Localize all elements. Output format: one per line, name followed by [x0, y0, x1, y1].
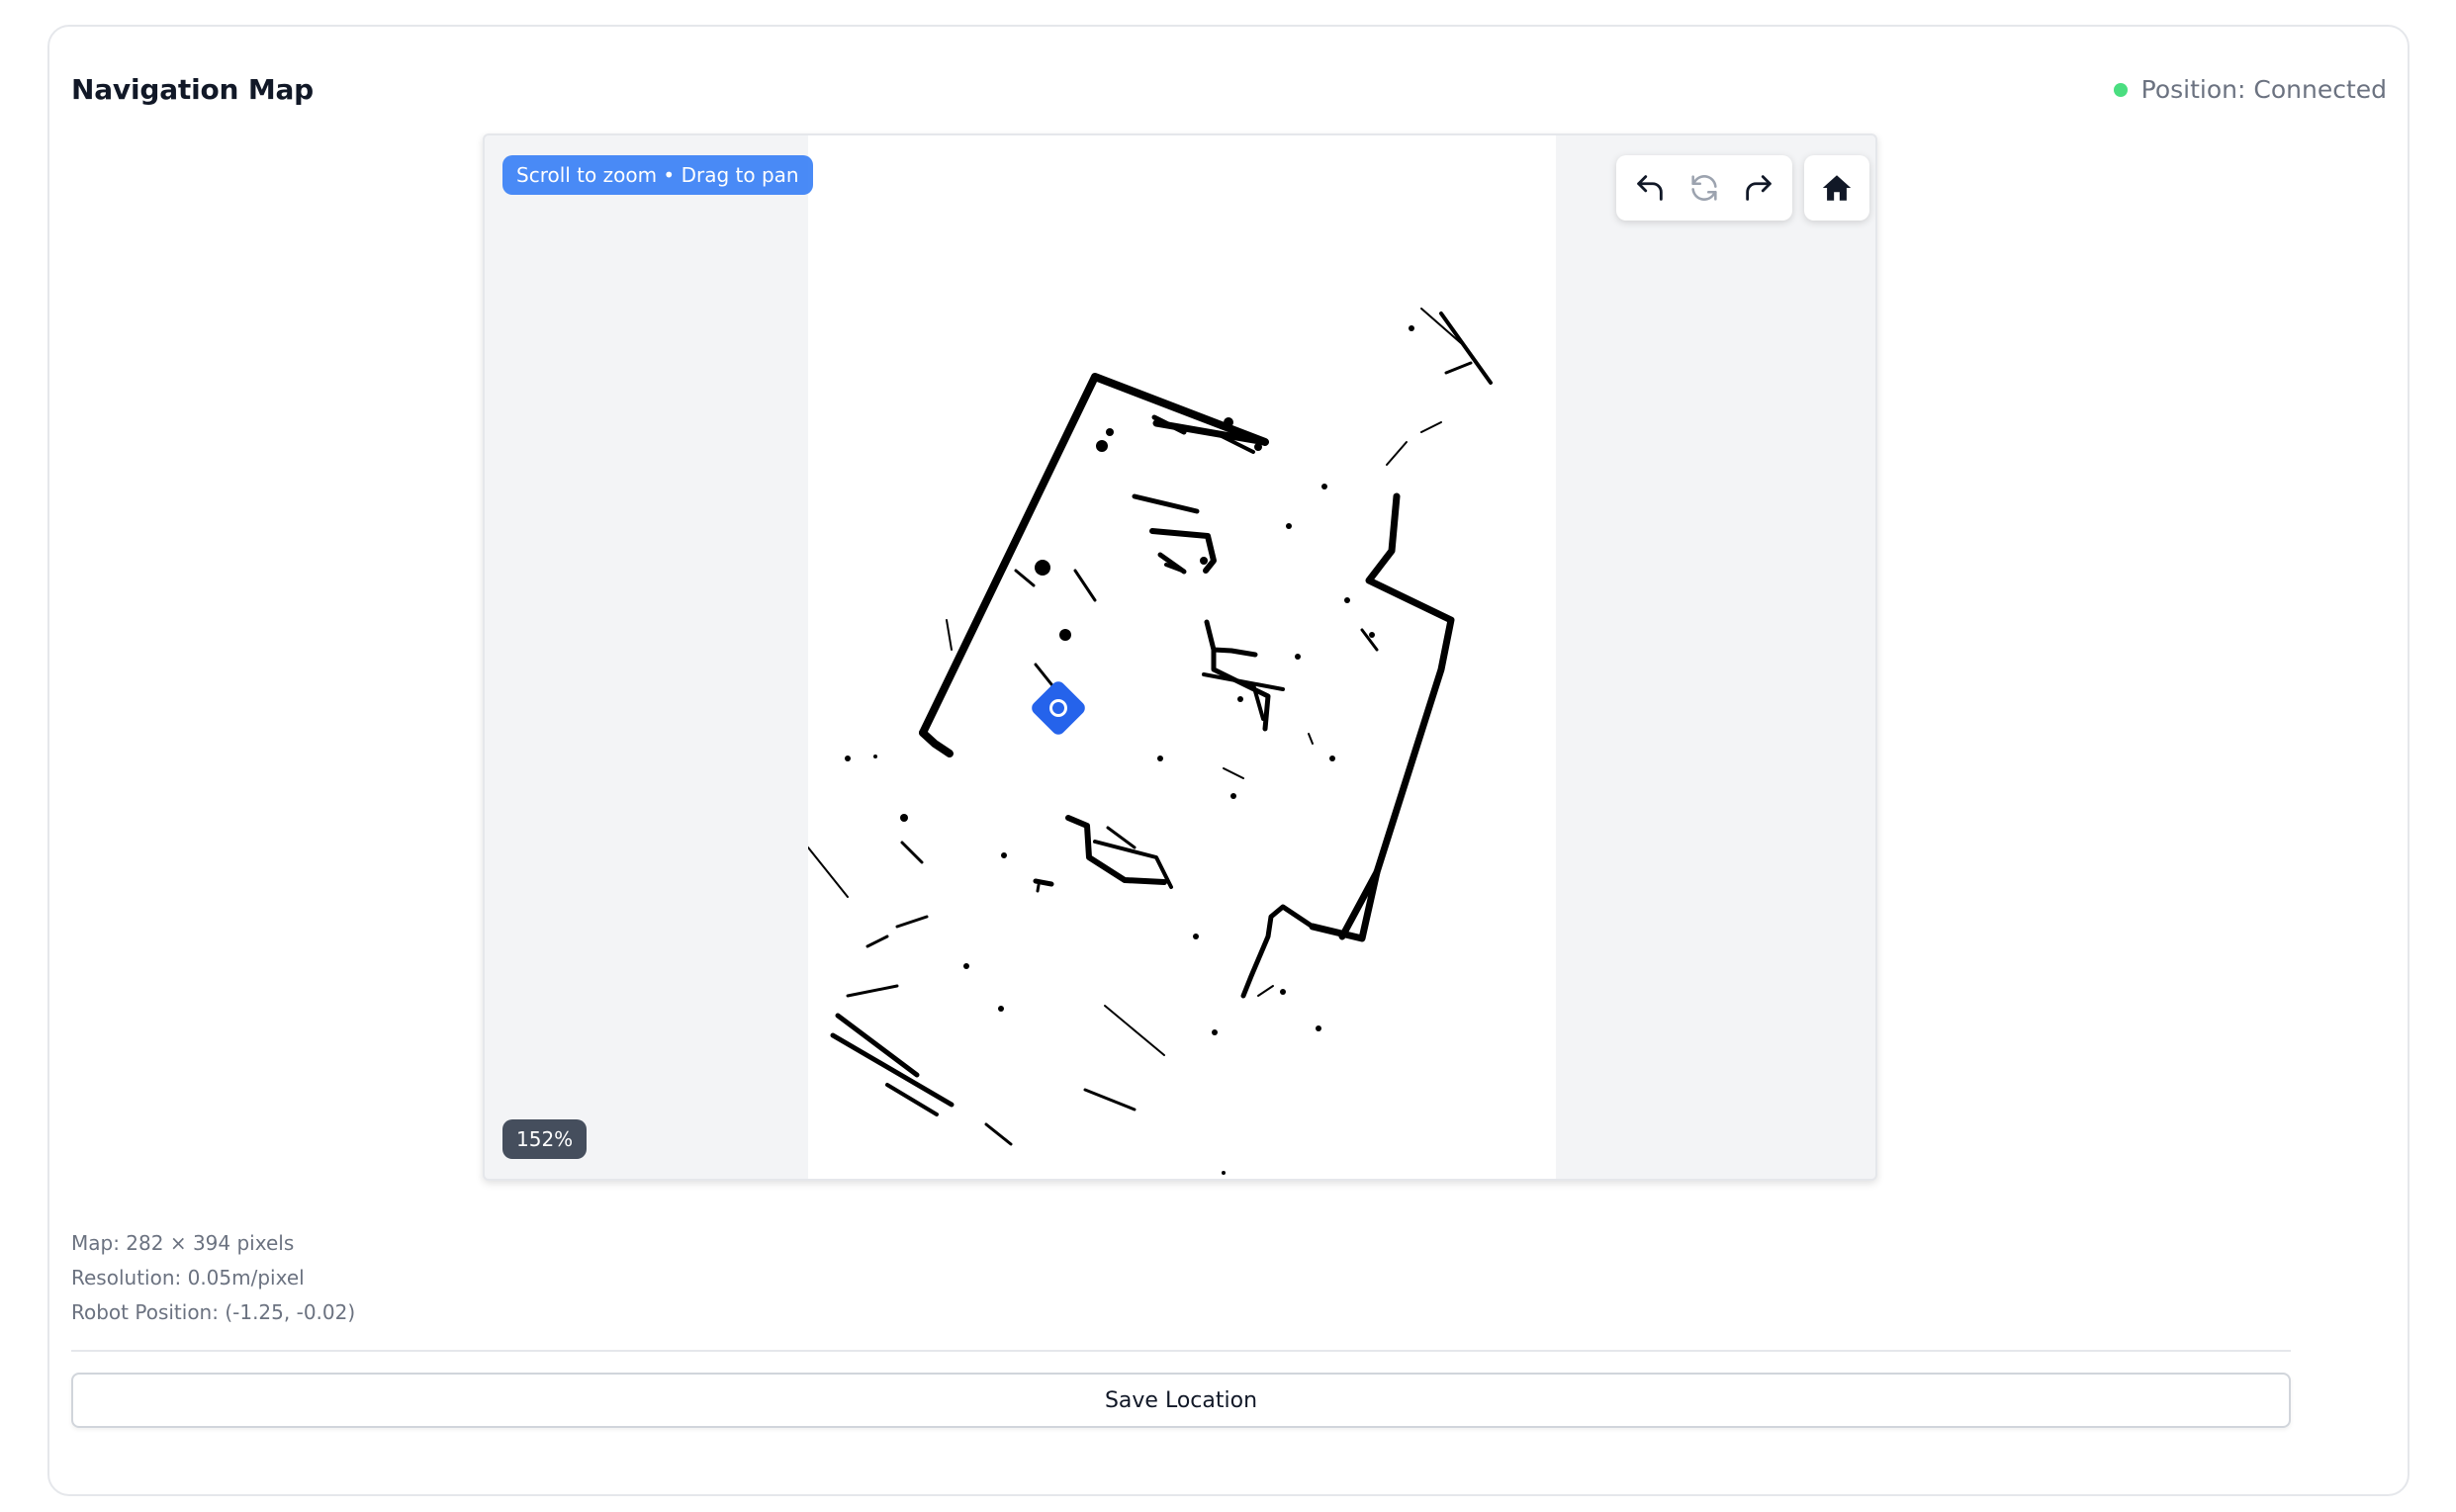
zoom-pan-hint: Scroll to zoom • Drag to pan: [502, 155, 813, 195]
map-viewport[interactable]: Scroll to zoom • Drag to pan 152%: [483, 133, 1877, 1181]
home-icon: [1822, 175, 1852, 201]
reset-rotation-button[interactable]: [1680, 163, 1729, 213]
occupancy-map[interactable]: [808, 135, 1556, 1179]
divider: [71, 1350, 2291, 1352]
occupancy-grid-drawing: [808, 308, 1493, 1175]
map-size-info: Map: 282 × 394 pixels: [71, 1231, 295, 1255]
status-dot-icon: [2113, 82, 2128, 97]
redo-button[interactable]: [1734, 163, 1783, 213]
undo-icon: [1636, 175, 1663, 201]
reset-rotation-icon: [1691, 175, 1717, 201]
undo-button[interactable]: [1625, 163, 1675, 213]
redo-icon: [1746, 175, 1773, 201]
history-toolbar: [1616, 155, 1792, 221]
robot-position-info: Robot Position: (-1.25, -0.02): [71, 1300, 356, 1324]
page-title: Navigation Map: [71, 73, 315, 106]
status-text: Position: Connected: [2140, 75, 2387, 104]
resolution-info: Resolution: 0.05m/pixel: [71, 1266, 305, 1290]
save-location-button[interactable]: Save Location: [71, 1373, 2291, 1428]
home-button[interactable]: [1804, 155, 1869, 221]
zoom-level-badge: 152%: [502, 1119, 588, 1159]
robot-marker: [1032, 681, 1085, 735]
connection-status: Position: Connected: [2113, 75, 2387, 104]
